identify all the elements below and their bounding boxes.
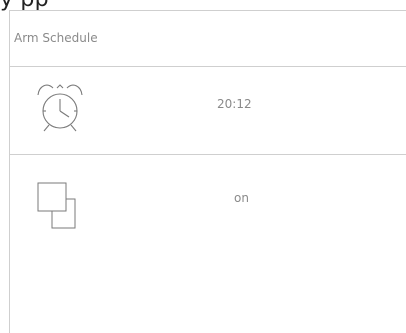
overlapping-squares-icon [32,173,88,229]
arm-schedule-page: y pp Arm Schedule 20:12 [0,0,406,333]
schedule-status-value: on [234,191,249,205]
card-title: Arm Schedule [14,31,98,45]
arm-schedule-card: Arm Schedule 20:12 on [9,10,406,333]
schedule-status-row[interactable]: on [10,155,406,333]
card-header: Arm Schedule [10,11,406,67]
alarm-clock-icon [32,81,88,137]
schedule-time-row[interactable]: 20:12 [10,67,406,155]
schedule-time-value: 20:12 [217,97,252,111]
